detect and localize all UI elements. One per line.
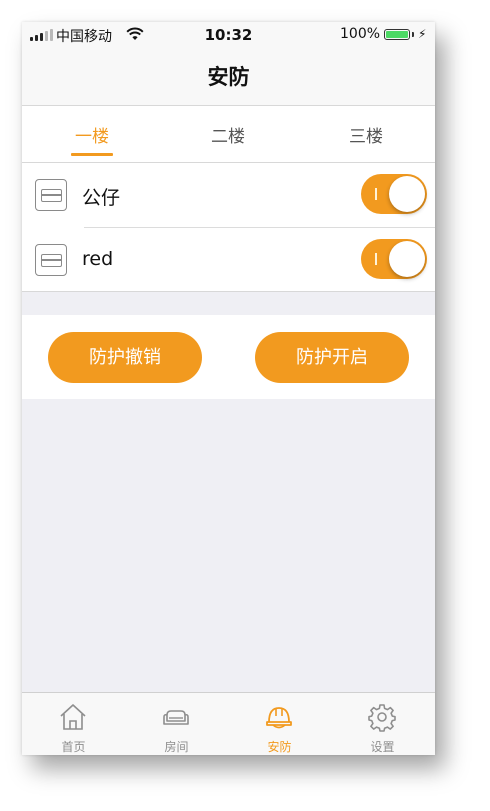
tab-floor-3[interactable]: 三楼 xyxy=(326,122,406,147)
tabbar-label: 首页 xyxy=(61,740,86,754)
battery-percent: 100% xyxy=(340,26,381,42)
arm-button[interactable]: 防护开启 xyxy=(255,332,409,383)
toggle-on-mark xyxy=(375,188,377,200)
tabbar-settings[interactable]: 设置 xyxy=(331,693,434,755)
toggle-knob xyxy=(389,176,425,212)
device-list: 公仔 red xyxy=(22,163,435,292)
battery-icon xyxy=(384,29,410,40)
tabbar-label: 设置 xyxy=(370,740,395,754)
battery-level xyxy=(386,31,408,38)
device-name: red xyxy=(82,248,114,270)
status-bar: 中国移动 10:32 100% ⚡︎ xyxy=(22,22,435,48)
disarm-button[interactable]: 防护撤销 xyxy=(48,332,202,383)
sofa-icon xyxy=(163,710,189,725)
security-actions: 防护撤销 防护开启 xyxy=(22,315,435,399)
toggle-knob xyxy=(389,241,425,277)
device-toggle[interactable] xyxy=(361,174,427,214)
floor-tabs: 一楼 二楼 三楼 xyxy=(22,106,435,163)
tab-floor-2[interactable]: 二楼 xyxy=(188,122,268,147)
helmet-icon xyxy=(266,707,292,729)
device-row: 公仔 xyxy=(22,163,435,228)
toggle-on-mark xyxy=(375,253,377,265)
page-title: 安防 xyxy=(207,65,250,89)
tabbar-rooms[interactable]: 房间 xyxy=(125,693,228,755)
tab-floor-1[interactable]: 一楼 xyxy=(52,122,132,147)
tabbar-label: 房间 xyxy=(164,740,189,754)
sensor-device-icon xyxy=(35,179,67,211)
charging-bolt-icon: ⚡︎ xyxy=(418,27,427,41)
sensor-device-icon xyxy=(35,244,67,276)
device-toggle[interactable] xyxy=(361,239,427,279)
tabbar-home[interactable]: 首页 xyxy=(22,693,125,755)
tabbar-label: 安防 xyxy=(267,740,292,754)
device-row: red xyxy=(22,228,435,292)
home-icon xyxy=(60,704,86,730)
bottom-tab-bar: 首页 房间 安防 设置 xyxy=(22,692,435,755)
device-name: 公仔 xyxy=(82,187,121,209)
tabbar-security[interactable]: 安防 xyxy=(228,693,331,755)
phone-screen: 中国移动 10:32 100% ⚡︎ 安防 一楼 二楼 三楼 公仔 red 防护… xyxy=(22,22,435,755)
gear-icon xyxy=(368,704,396,732)
battery-cap xyxy=(412,32,414,37)
navigation-bar: 安防 xyxy=(22,48,435,106)
active-tab-indicator xyxy=(71,153,113,156)
